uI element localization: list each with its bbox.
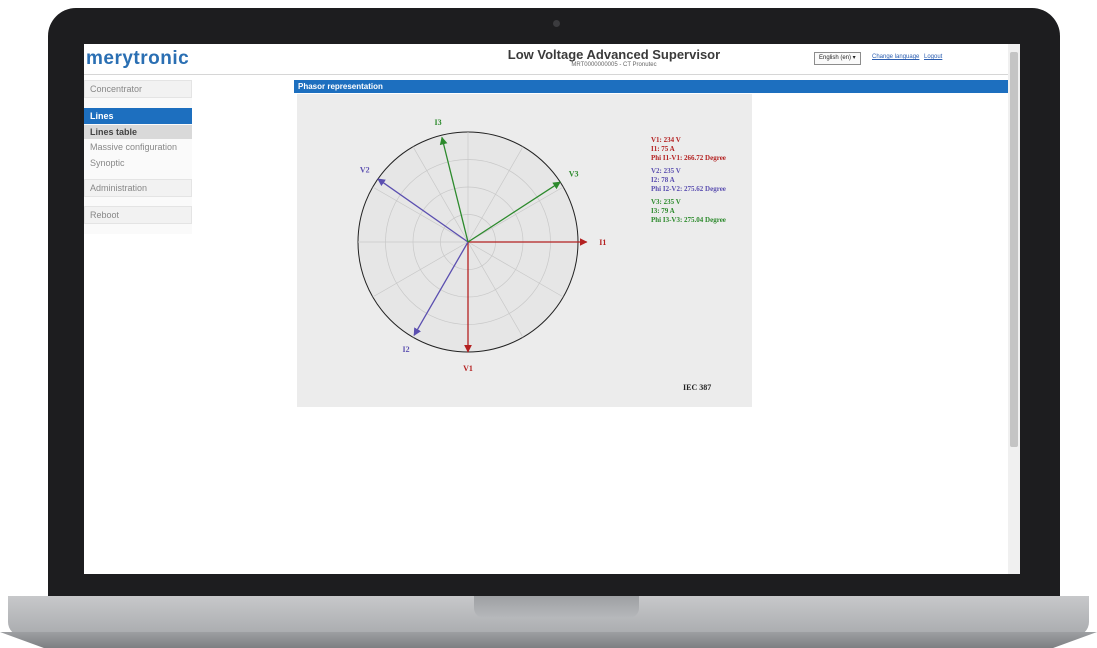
sidebar-item-reboot[interactable]: Reboot: [84, 210, 192, 220]
sidebar-item-concentrator[interactable]: Concentrator: [84, 84, 192, 94]
language-select[interactable]: English (en) ▾: [814, 52, 861, 65]
vertical-scrollbar[interactable]: [1008, 44, 1020, 574]
reading-line: Phi I3-V3: 275.04 Degree: [651, 216, 726, 224]
logout-link[interactable]: Logout: [924, 54, 942, 60]
app-header: merytronic Low Voltage Advanced Supervis…: [84, 44, 1008, 75]
phasor-label-v2: V2: [360, 166, 370, 175]
change-language-link[interactable]: Change language: [872, 54, 919, 60]
phasor-label-i1: I1: [599, 238, 606, 247]
reading-line: I2: 78 A: [651, 176, 675, 184]
camera-icon: [553, 20, 560, 27]
merytronic-logo: merytronic: [86, 48, 190, 69]
sidebar-item-massive-configuration[interactable]: Massive configuration: [84, 142, 192, 152]
phasor-label-v1: V1: [463, 364, 473, 373]
laptop-notch: [474, 596, 639, 618]
reading-group: V2: 235 V I2: 78 A Phi I2-V2: 275.62 Degre…: [651, 167, 761, 194]
phasor-readings: V1: 234 V I1: 75 A Phi I1-V1: 266.72 Degre…: [651, 136, 761, 229]
standard-label: IEC 387: [683, 383, 712, 392]
scrollbar-thumb[interactable]: [1010, 52, 1018, 447]
reading-line: I3: 79 A: [651, 207, 675, 215]
section-title: Phasor representation: [294, 80, 1008, 93]
reading-line: V3: 235 V: [651, 198, 681, 206]
sidebar-item-lines-table[interactable]: Lines table: [84, 125, 192, 139]
phasor-label-i3: I3: [434, 118, 441, 127]
reading-group: V3: 235 V I3: 79 A Phi I3-V3: 275.04 Degre…: [651, 198, 761, 225]
sidebar-item-synoptic[interactable]: Synoptic: [84, 158, 192, 168]
page-subtitle: MRT0000000005 - CT Pronutec: [571, 62, 657, 68]
reading-group: V1: 234 V I1: 75 A Phi I1-V1: 266.72 Degre…: [651, 136, 761, 163]
laptop-base-edge: [0, 632, 1097, 648]
sidebar-item-lines[interactable]: Lines: [84, 108, 192, 124]
sidebar-item-administration[interactable]: Administration: [84, 183, 192, 193]
reading-line: Phi I2-V2: 275.62 Degree: [651, 185, 726, 193]
phasor-panel: V1 I1 V2 I2 V3 I3 V1: 234 V I1: 75 A Phi I1-V1:…: [297, 94, 752, 407]
reading-line: V1: 234 V: [651, 136, 681, 144]
reading-line: V2: 235 V: [651, 167, 681, 175]
reading-line: Phi I1-V1: 266.72 Degree: [651, 154, 726, 162]
phasor-label-i2: I2: [403, 345, 410, 354]
phasor-label-v3: V3: [569, 169, 579, 178]
reading-line: I1: 75 A: [651, 145, 675, 153]
screen: merytronic Low Voltage Advanced Supervis…: [84, 44, 1020, 574]
sidebar: Concentrator Lines Lines table Massive c…: [84, 80, 192, 234]
page-title: Low Voltage Advanced Supervisor: [507, 47, 721, 62]
